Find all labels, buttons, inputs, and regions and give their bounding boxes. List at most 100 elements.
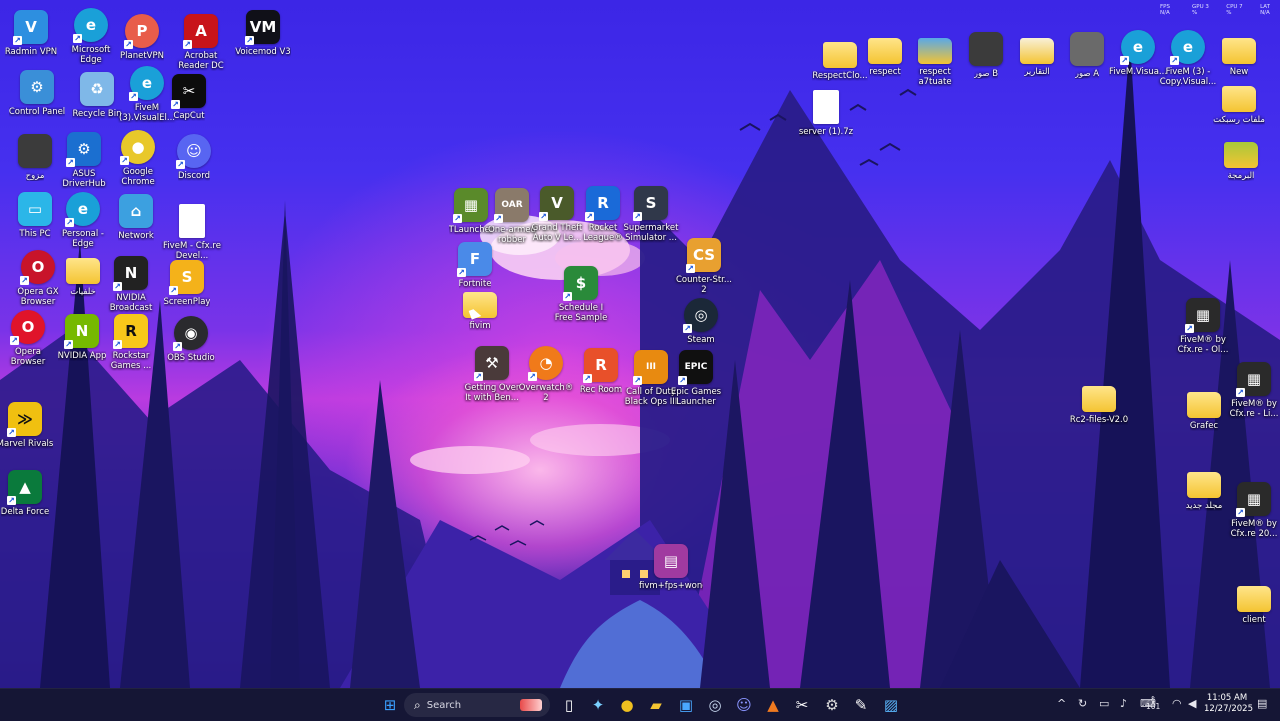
control-panel-icon: ⚙ (20, 70, 54, 104)
shortcut-arrow-icon: ↗ (129, 92, 138, 101)
desktop-icon[interactable]: ملفات رسبكت (1208, 80, 1270, 125)
usb-icon[interactable]: ▭ (1099, 697, 1109, 710)
discord-icon[interactable]: ☺ (733, 694, 755, 716)
desktop-icon[interactable]: ▦ ↗ FiveM® by Cfx.re - Ol... (1172, 298, 1234, 355)
chrome-icon[interactable]: ● (616, 694, 638, 716)
copilot-icon[interactable]: ✦ (587, 694, 609, 716)
file-icon[interactable]: ▯ (558, 694, 580, 716)
desktop-icon[interactable]: $ ↗ Schedule I Free Sample (550, 266, 612, 323)
desktop-icon[interactable]: Rc2-files-V2.0 (1068, 380, 1130, 425)
desktop-icon[interactable]: fivim (449, 286, 511, 331)
search-highlight-icon (520, 699, 542, 711)
epic-games-icon: EPIC ↗ (678, 350, 713, 385)
desktop-icon[interactable]: ✂ ↗ CapCut (158, 74, 220, 121)
desktop-icon[interactable]: CS ↗ Counter-Str... 2 (673, 238, 735, 295)
desktop-icon[interactable]: البرمجة (1210, 136, 1272, 181)
desktop-icon-label: ScreenPlay (163, 297, 211, 307)
photos-icon[interactable]: ▨ (880, 694, 902, 716)
app-orange-icon[interactable]: ▲ (762, 694, 784, 716)
chrome-icon: ● ↗ (120, 130, 155, 165)
capcut-icon[interactable]: ✂ (791, 694, 813, 716)
desktop-icon[interactable]: S ↗ ScreenPlay (156, 260, 218, 307)
file-explorer-icon[interactable]: ▰ (645, 694, 667, 716)
desktop-icon[interactable]: client (1223, 580, 1280, 625)
desktop-icon[interactable]: ⚙ Control Panel (6, 70, 68, 117)
shortcut-arrow-icon: ↗ (1236, 388, 1245, 397)
desktop-icon[interactable]: ◎ ↗ Steam (670, 298, 732, 345)
settings-icon[interactable]: ⚙ (821, 694, 843, 716)
snipping-tool-icon[interactable]: ✎ (850, 694, 872, 716)
desktop-icon-label: server (1).7z (798, 127, 854, 137)
desktop-icon[interactable]: FiveM - Cfx.re Devel... (161, 204, 223, 261)
desktop-icon[interactable]: ≫ ↗ Marvel Rivals (0, 402, 56, 449)
search-icon: ⌕ (414, 697, 421, 712)
start-icon[interactable]: ⊞ (379, 694, 401, 716)
desktop-icon[interactable]: P ↗ PlanetVPN (111, 14, 173, 61)
fivem-icon: ▦ ↗ (1236, 482, 1271, 517)
clock[interactable]: 11:05 AM 12/27/2025 (1204, 693, 1253, 715)
asus-driverhub-icon: ⚙ ↗ (66, 132, 101, 167)
planetvpn-icon: P ↗ (124, 14, 159, 49)
document-icon (179, 204, 205, 238)
cpu-readout: CPU 7 % (1226, 4, 1243, 16)
desktop-icon[interactable]: ◔ ↗ Overwatch® 2 (515, 346, 577, 403)
edge-icon: e ↗ (1120, 30, 1155, 65)
notification-icon[interactable]: ▤ (1257, 697, 1267, 710)
desktop-icon-label: Rec Room (579, 385, 623, 395)
desktop-icon[interactable]: ⌂ Network (105, 194, 167, 241)
desktop-icon[interactable]: N ↗ NVIDIA Broadcast (100, 256, 162, 313)
desktop-icon-label: Acrobat Reader DC (178, 51, 224, 71)
desktop-icon[interactable]: ◉ ↗ OBS Studio (160, 316, 222, 363)
shortcut-arrow-icon: ↗ (73, 34, 82, 43)
desktop-icon[interactable]: ☺ ↗ Discord (163, 134, 225, 181)
shortcut-arrow-icon: ↗ (65, 218, 74, 227)
desktop-icon-label: Recycle Bin (72, 109, 122, 119)
desktop-icon-label: Getting Over It with Ben... (464, 383, 520, 403)
shortcut-arrow-icon: ↗ (1170, 56, 1179, 65)
shortcut-arrow-icon: ↗ (113, 282, 122, 291)
desktop-icon[interactable]: New (1208, 32, 1270, 77)
desktop-icon[interactable]: ⚒ ↗ Getting Over It with Ben... (461, 346, 523, 403)
desktop-icon[interactable]: server (1).7z (795, 90, 857, 137)
desktop-icon-label: صور A (1074, 69, 1100, 79)
edge-icon: e ↗ (65, 192, 100, 227)
desktop-icon[interactable]: ⚙ ↗ ASUS DriverHub (53, 132, 115, 189)
sync-icon[interactable]: ↻ (1078, 697, 1087, 710)
shortcut-arrow-icon: ↗ (563, 292, 572, 301)
shortcut-arrow-icon: ↗ (183, 40, 192, 49)
desktop-icon[interactable]: EPIC ↗ Epic Games Launcher (665, 350, 727, 407)
mic-icon[interactable]: ♪ (1120, 697, 1127, 710)
folder-icon (1222, 86, 1256, 112)
shortcut-arrow-icon: ↗ (66, 158, 75, 167)
language-indicator[interactable]: ع 101 (1146, 693, 1160, 711)
taskbar-search[interactable]: ⌕ Search (404, 693, 550, 717)
desktop-icon-label: Marvel Rivals (0, 439, 54, 449)
desktop-icon-label: Radmin VPN (4, 47, 58, 57)
desktop-icon[interactable]: Grafec (1173, 386, 1235, 431)
desktop-icon[interactable]: R ↗ Rockstar Games ... (100, 314, 162, 371)
volume-icon[interactable]: ◀ (1188, 697, 1196, 710)
chevron-up-icon[interactable]: ^ (1057, 697, 1066, 710)
desktop-icon[interactable]: VM ↗ Voicemod V3 (232, 10, 294, 57)
desktop-icon[interactable]: V ↗ Radmin VPN (0, 10, 62, 57)
desktop-icon[interactable]: ▤ fivm+fps+wonderf... (639, 544, 703, 591)
desktop-icon[interactable]: ▦ ↗ FiveM® by Cfx.re 20... (1223, 482, 1280, 539)
shortcut-arrow-icon: ↗ (633, 212, 642, 221)
desktop-icon[interactable]: ● ↗ Google Chrome (107, 130, 169, 187)
desktop-icon[interactable]: A ↗ Acrobat Reader DC (170, 14, 232, 71)
rockstar-icon: R ↗ (113, 314, 148, 349)
desktop-icon[interactable]: F ↗ Fortnite (444, 242, 506, 289)
desktop-icon[interactable]: S ↗ Supermarket Simulator ... (620, 186, 682, 243)
wifi-icon[interactable]: ◠ (1172, 697, 1182, 710)
microsoft-store-icon[interactable]: ▣ (675, 694, 697, 716)
desktop-icon-label: التقارير (1024, 67, 1050, 77)
steam-icon[interactable]: ◎ (704, 694, 726, 716)
acrobat-icon: A ↗ (183, 14, 218, 49)
capcut-icon: ✂ ↗ (171, 74, 206, 109)
desktop[interactable]: FPS N/A GPU 3 % CPU 7 % LAT N/A V ↗ Radmin… (0, 0, 1280, 688)
desktop-icon-label: FiveM® by Cfx.re - Ol... (1177, 335, 1229, 355)
shortcut-arrow-icon: ↗ (124, 40, 133, 49)
shortcut-arrow-icon: ↗ (7, 428, 16, 437)
desktop-icon[interactable]: ▲ ↗ Delta Force (0, 470, 56, 517)
shortcut-arrow-icon: ↗ (7, 496, 16, 505)
